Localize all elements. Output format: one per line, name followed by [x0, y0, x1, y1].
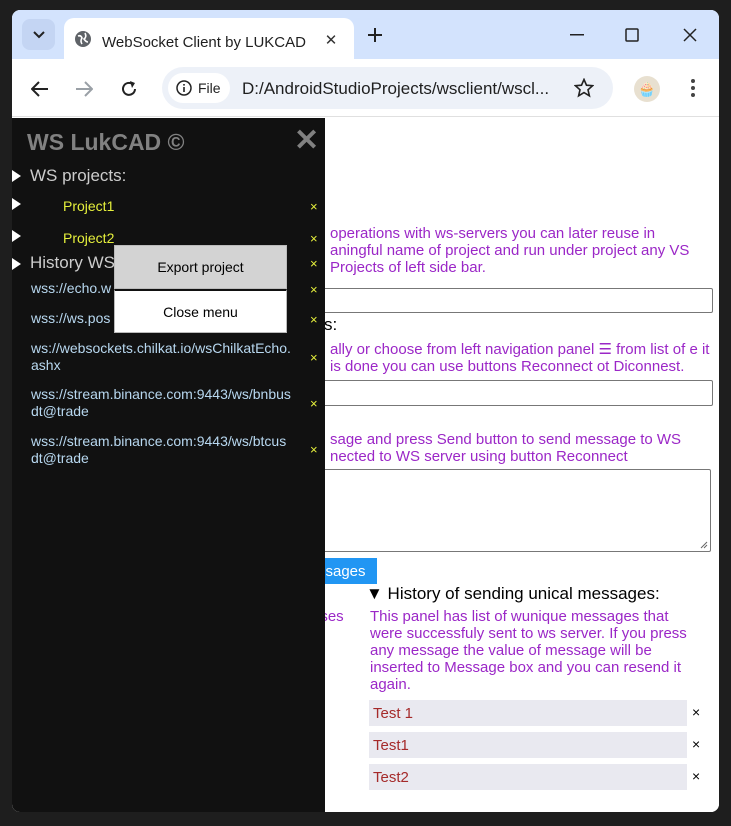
- expand-triangle-icon[interactable]: [12, 230, 21, 242]
- sidebar-title: WS LukCAD ©: [27, 129, 185, 155]
- project-context-menu: Export project Close menu: [114, 245, 287, 333]
- sidebar-close-icon[interactable]: ✕: [294, 126, 319, 156]
- history-link[interactable]: wss://stream.binance.com:9443/ws/bnbusdt…: [31, 386, 291, 420]
- side-nav: WS LukCAD © ✕ WS projects: Project1 × Pr…: [12, 118, 325, 812]
- project-item[interactable]: Project2: [63, 230, 114, 246]
- resize-grip-icon[interactable]: [700, 541, 708, 549]
- remove-history-icon[interactable]: ×: [310, 282, 318, 297]
- tab-close-icon[interactable]: ✕: [322, 31, 340, 49]
- close-menu-button[interactable]: Close menu: [114, 289, 287, 333]
- address-bar[interactable]: File D:/AndroidStudioProjects/wsclient/w…: [162, 67, 613, 109]
- history-link[interactable]: ws://websockets.chilkat.io/wsChilkatEcho…: [31, 340, 291, 374]
- new-tab-button[interactable]: [364, 24, 386, 46]
- message-hint: sage and press Send button to send messa…: [330, 431, 682, 465]
- message-textarea[interactable]: [312, 469, 711, 552]
- tab-strip: WebSocket Client by LUKCAD ✕: [12, 10, 719, 59]
- project-item[interactable]: Project1: [63, 198, 114, 214]
- plus-icon: [368, 28, 382, 42]
- arrow-right-icon: [76, 81, 93, 97]
- info-icon: [176, 80, 192, 96]
- remove-project-icon[interactable]: ×: [310, 199, 318, 214]
- minimize-icon: [570, 34, 584, 36]
- url-text[interactable]: D:/AndroidStudioProjects/wsclient/wscl..…: [242, 79, 549, 99]
- page-content: operations with ws-servers you can later…: [12, 118, 719, 812]
- remove-message-icon[interactable]: ×: [692, 704, 700, 720]
- clear-history-icon[interactable]: ×: [310, 256, 318, 271]
- tab-search-button[interactable]: [22, 19, 55, 50]
- star-icon: [574, 78, 594, 98]
- history-heading[interactable]: History WS: [30, 253, 115, 273]
- remove-history-icon[interactable]: ×: [310, 312, 318, 327]
- maximize-icon: [625, 28, 639, 42]
- remove-history-icon[interactable]: ×: [310, 396, 318, 411]
- browser-menu-button[interactable]: [681, 76, 705, 100]
- arrow-left-icon: [31, 81, 48, 97]
- history-messages-desc: This panel has list of wunique messages …: [370, 608, 687, 693]
- maximize-button[interactable]: [621, 24, 643, 46]
- project-name-input[interactable]: [312, 288, 713, 313]
- tab-title: WebSocket Client by LUKCAD: [102, 34, 306, 51]
- close-icon: [683, 28, 697, 42]
- export-project-button[interactable]: Export project: [114, 245, 287, 289]
- reload-icon: [122, 81, 136, 96]
- remove-message-icon[interactable]: ×: [692, 736, 700, 752]
- history-link[interactable]: wss://stream.binance.com:9443/ws/btcusdt…: [31, 433, 291, 467]
- forward-button[interactable]: [72, 77, 96, 101]
- history-messages-title[interactable]: ▼ History of sending unical messages:: [366, 584, 660, 604]
- reload-button[interactable]: [117, 77, 141, 101]
- chevron-down-icon: [32, 30, 45, 38]
- server-hint: ally or choose from left navigation pane…: [330, 341, 710, 375]
- history-message-item[interactable]: Test1: [369, 732, 687, 758]
- browser-tab[interactable]: WebSocket Client by LUKCAD ✕: [64, 18, 354, 59]
- expand-triangle-icon[interactable]: [12, 198, 21, 210]
- bookmark-button[interactable]: [572, 76, 596, 100]
- server-url-input[interactable]: [312, 380, 713, 406]
- profile-avatar[interactable]: 🧁: [634, 76, 660, 102]
- site-info-chip[interactable]: File: [168, 73, 230, 103]
- remove-project-icon[interactable]: ×: [310, 231, 318, 246]
- window-close-button[interactable]: [679, 24, 701, 46]
- server-label: s:: [324, 315, 338, 334]
- remove-history-icon[interactable]: ×: [310, 350, 318, 365]
- remove-message-icon[interactable]: ×: [692, 768, 700, 784]
- browser-toolbar: File D:/AndroidStudioProjects/wsclient/w…: [12, 59, 719, 117]
- browser-window: WebSocket Client by LUKCAD ✕ File D:/And…: [12, 10, 719, 812]
- expand-triangle-icon[interactable]: [12, 258, 21, 270]
- globe-icon: [75, 31, 91, 47]
- history-message-item[interactable]: Test 1: [369, 700, 687, 726]
- back-button[interactable]: [28, 77, 52, 101]
- projects-hint: operations with ws-servers you can later…: [330, 225, 690, 276]
- projects-heading[interactable]: WS projects:: [30, 166, 126, 186]
- remove-history-icon[interactable]: ×: [310, 442, 318, 457]
- file-chip-label: File: [198, 80, 221, 96]
- cupcake-icon: 🧁: [638, 80, 656, 97]
- history-message-item[interactable]: Test2: [369, 764, 687, 790]
- expand-triangle-icon[interactable]: [12, 170, 21, 182]
- kebab-icon: [691, 79, 695, 83]
- minimize-button[interactable]: [566, 24, 588, 46]
